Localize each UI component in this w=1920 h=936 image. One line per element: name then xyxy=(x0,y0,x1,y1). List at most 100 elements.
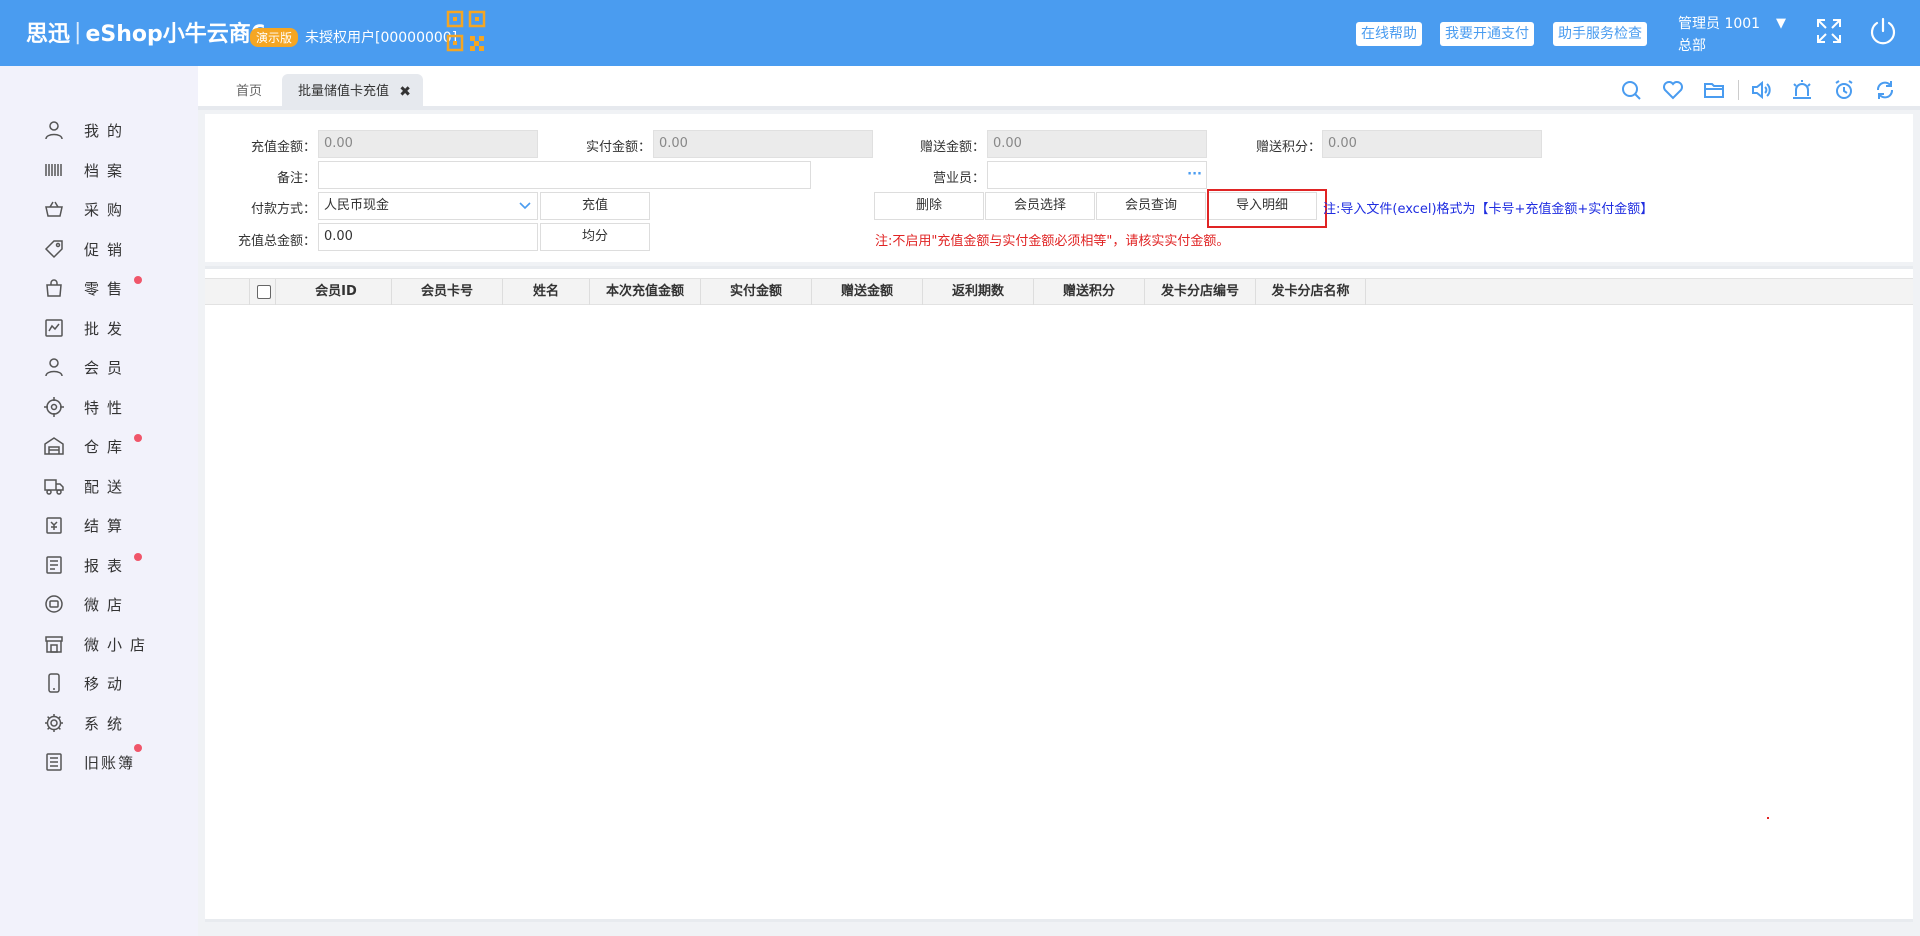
delete-button[interactable]: 删除 xyxy=(874,192,984,220)
recharge-form: 充值金额： 0.00 实付金额： 0.00 赠送金额： 0.00 赠送积分： 0… xyxy=(205,114,1913,262)
sidebar-item-feature[interactable]: 特性 xyxy=(44,393,184,421)
mobile-icon xyxy=(48,673,60,693)
sidebar-item-mine[interactable]: 我的 xyxy=(44,116,184,144)
sidebar-item-promotion[interactable]: 促销 xyxy=(44,235,184,263)
online-help-button[interactable]: 在线帮助 xyxy=(1356,22,1422,46)
search-icon[interactable] xyxy=(1619,78,1643,102)
column-header[interactable]: 返利期数 xyxy=(923,279,1034,305)
sidebar-item-label: 系统 xyxy=(84,714,131,733)
column-header[interactable]: 赠送金额 xyxy=(812,279,923,305)
report-icon xyxy=(46,556,62,574)
tab-batch-recharge[interactable]: 批量储值卡充值 ✖ xyxy=(282,74,424,110)
qr-code-icon[interactable] xyxy=(446,10,486,52)
sidebar-item-archive[interactable]: 档案 xyxy=(44,156,184,184)
column-header[interactable]: 会员ID xyxy=(281,279,392,305)
sidebar-item-warehouse[interactable]: 仓库 xyxy=(44,432,184,460)
power-icon[interactable] xyxy=(1868,16,1898,46)
gift-amount-field: 0.00 xyxy=(987,130,1207,158)
total-recharge-input[interactable]: 0.00 xyxy=(318,223,538,251)
sidebar-item-label: 采购 xyxy=(84,200,131,219)
warning-note: 注:不启用"充值金额与实付金额必须相等"，请核实实付金额。 xyxy=(875,234,1230,249)
column-header[interactable]: 赠送积分 xyxy=(1034,279,1145,305)
sidebar-item-purchase[interactable]: 采购 xyxy=(44,195,184,223)
total-recharge-label: 充值总金额： xyxy=(237,234,316,249)
payment-method-label: 付款方式： xyxy=(250,202,316,217)
user-icon xyxy=(45,121,63,140)
payment-method-select[interactable]: 人民币现金 xyxy=(318,192,538,220)
micro-shop-icon xyxy=(45,595,63,613)
tab-home[interactable]: 首页 xyxy=(220,74,278,110)
open-payment-button[interactable]: 我要开通支付 xyxy=(1440,22,1534,46)
warehouse-icon xyxy=(44,437,64,455)
brand-logo: 思迅 | eShop小牛云商6 xyxy=(26,16,266,48)
member-recharge-table: 会员ID 会员卡号 姓名 本次充值金额 实付金额 赠送金额 返利期数 赠送积分 … xyxy=(205,266,1913,922)
alert-dot xyxy=(134,744,142,752)
store-icon xyxy=(45,636,63,653)
sidebar-item-system[interactable]: 系统 xyxy=(44,709,184,737)
sidebar-item-retail[interactable]: 零售 xyxy=(44,274,184,302)
alarm-clock-icon[interactable] xyxy=(1832,78,1856,102)
sidebar-item-label: 会员 xyxy=(84,358,131,377)
salesperson-label: 营业员： xyxy=(932,171,985,186)
top-header: 思迅 | eShop小牛云商6 演示版 未授权用户[00000000] 在线帮助… xyxy=(0,0,1920,66)
sidebar-item-old-ledger[interactable]: 旧账簿 xyxy=(44,744,184,776)
close-icon[interactable]: ✖ xyxy=(399,74,411,110)
select-all-checkbox[interactable] xyxy=(257,285,271,299)
column-header[interactable]: 会员卡号 xyxy=(392,279,503,305)
member-select-button[interactable]: 会员选择 xyxy=(985,192,1095,220)
sidebar-item-micro-shop[interactable]: 微店 xyxy=(44,590,184,618)
barcode-icon xyxy=(45,164,62,176)
tab-bar: 首页 批量储值卡充值 ✖ xyxy=(198,66,1920,110)
shopping-bag-icon xyxy=(46,279,62,297)
chevron-down-icon xyxy=(519,202,531,210)
sidebar-item-report[interactable]: 报表 xyxy=(44,551,184,579)
sidebar-item-mobile[interactable]: 移动 xyxy=(44,669,184,697)
recharge-button[interactable]: 充值 xyxy=(540,192,650,220)
column-header[interactable]: 实付金额 xyxy=(701,279,812,305)
sidebar-item-label: 报表 xyxy=(84,556,131,575)
column-header[interactable]: 发卡分店编号 xyxy=(1145,279,1256,305)
remark-input[interactable] xyxy=(318,161,811,189)
gift-amount-label: 赠送金额： xyxy=(919,140,985,155)
sidebar-item-label: 仓库 xyxy=(84,437,131,456)
sidebar-item-label: 促销 xyxy=(84,240,131,259)
sidebar-item-label: 微小店 xyxy=(84,635,154,654)
import-format-note: 注:导入文件(excel)格式为【卡号+充值金额+实付金额】 xyxy=(1323,202,1654,217)
heart-icon[interactable] xyxy=(1661,78,1685,102)
salesperson-input[interactable]: ··· xyxy=(987,161,1207,189)
toolbar-divider xyxy=(1738,80,1739,100)
refresh-icon[interactable] xyxy=(1873,78,1897,102)
column-header[interactable]: 本次充值金额 xyxy=(590,279,701,305)
sidebar-item-delivery[interactable]: 配送 xyxy=(44,472,184,500)
folder-icon[interactable] xyxy=(1702,78,1726,102)
gear-icon xyxy=(45,714,63,732)
license-text: 未授权用户[00000000] xyxy=(305,30,458,46)
basket-icon xyxy=(45,201,63,217)
row-number-header xyxy=(205,279,250,305)
sidebar-item-mini-store[interactable]: 微小店 xyxy=(44,630,184,658)
member-query-button[interactable]: 会员查询 xyxy=(1096,192,1206,220)
sidebar-item-settlement[interactable]: 结算 xyxy=(44,511,184,539)
sidebar-item-wholesale[interactable]: 批发 xyxy=(44,314,184,342)
user-menu[interactable]: 管理员 1001 总部 ▼ xyxy=(1678,13,1786,57)
remark-label: 备注： xyxy=(276,171,316,186)
user-role-id: 管理员 1001 xyxy=(1678,16,1761,32)
sidebar-item-label: 旧账簿 xyxy=(84,753,136,772)
fullscreen-icon[interactable] xyxy=(1814,16,1844,46)
sidebar-item-member[interactable]: 会员 xyxy=(44,353,184,381)
alarm-light-icon[interactable] xyxy=(1790,78,1814,102)
paid-amount-field: 0.00 xyxy=(653,130,873,158)
sidebar-item-label: 特性 xyxy=(84,398,131,417)
target-icon xyxy=(44,397,64,417)
truck-icon xyxy=(44,479,64,495)
service-check-button[interactable]: 助手服务检查 xyxy=(1553,22,1647,46)
chevron-down-icon[interactable]: ▼ xyxy=(1776,13,1786,35)
column-header[interactable]: 发卡分店名称 xyxy=(1256,279,1366,305)
column-header[interactable]: 姓名 xyxy=(503,279,590,305)
ledger-icon xyxy=(46,753,62,771)
speaker-icon[interactable] xyxy=(1749,78,1773,102)
more-icon[interactable]: ··· xyxy=(1187,162,1202,188)
sidebar-item-label: 结算 xyxy=(84,516,131,535)
wholesale-icon xyxy=(45,319,63,337)
average-button[interactable]: 均分 xyxy=(540,223,650,251)
